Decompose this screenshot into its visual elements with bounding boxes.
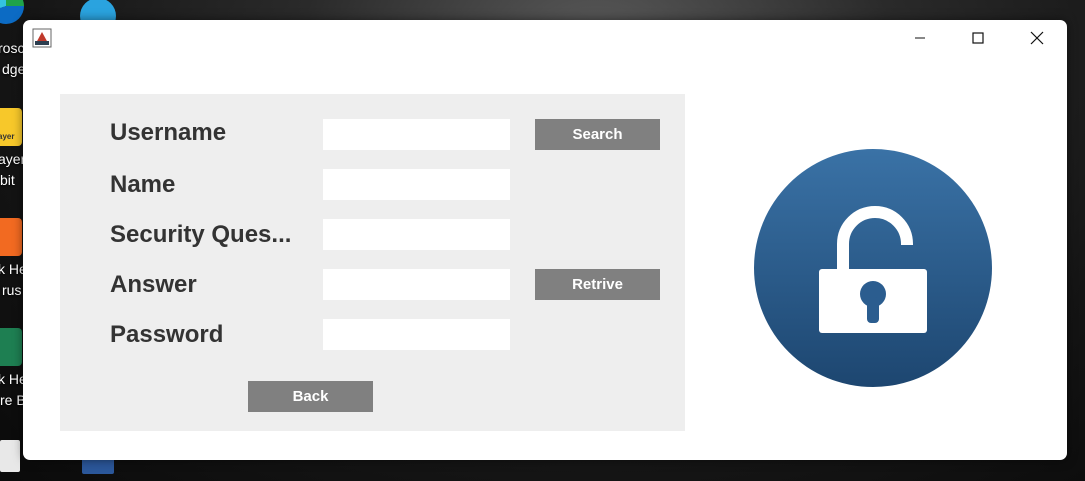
search-button[interactable]: Search	[535, 119, 660, 150]
desktop-label-q-2: rus	[2, 282, 22, 298]
answer-label: Answer	[110, 271, 197, 298]
answer-field[interactable]	[323, 269, 510, 300]
q-app2-icon[interactable]	[0, 328, 22, 366]
player-icon-text: ayer	[0, 132, 15, 141]
close-icon	[1030, 31, 1044, 45]
username-field[interactable]	[323, 119, 510, 150]
desktop-label-edge-2: dge	[2, 61, 26, 77]
notepad-icon[interactable]	[0, 440, 20, 472]
maximize-button[interactable]	[949, 20, 1007, 56]
password-field[interactable]	[323, 319, 510, 350]
retrieve-button[interactable]: Retrive	[535, 269, 660, 300]
username-label: Username	[110, 119, 227, 146]
q-app-icon[interactable]	[0, 218, 22, 256]
name-label: Name	[110, 171, 176, 198]
name-field[interactable]	[323, 169, 510, 200]
form-panel: Username Search Name Security Ques... An…	[60, 94, 685, 431]
desktop-label-edge-1: rosc	[0, 40, 25, 56]
app-window: Username Search Name Security Ques... An…	[23, 20, 1067, 460]
player-icon[interactable]: ayer	[0, 108, 22, 146]
app-icon	[32, 28, 52, 48]
desktop-label-q2-2: re B	[0, 392, 26, 408]
edge-icon[interactable]	[0, 0, 24, 24]
security-question-field[interactable]	[323, 219, 510, 250]
close-button[interactable]	[1008, 20, 1066, 56]
minimize-button[interactable]	[891, 20, 949, 56]
desktop-label-player-2: bit	[0, 172, 15, 188]
password-label: Password	[110, 321, 224, 348]
unlocked-padlock-icon	[753, 148, 993, 388]
security-question-label: Security Ques...	[110, 221, 292, 248]
desktop-label-player-1: ayer	[0, 151, 26, 167]
maximize-icon	[972, 32, 984, 44]
back-button[interactable]: Back	[248, 381, 373, 412]
minimize-icon	[915, 37, 925, 39]
